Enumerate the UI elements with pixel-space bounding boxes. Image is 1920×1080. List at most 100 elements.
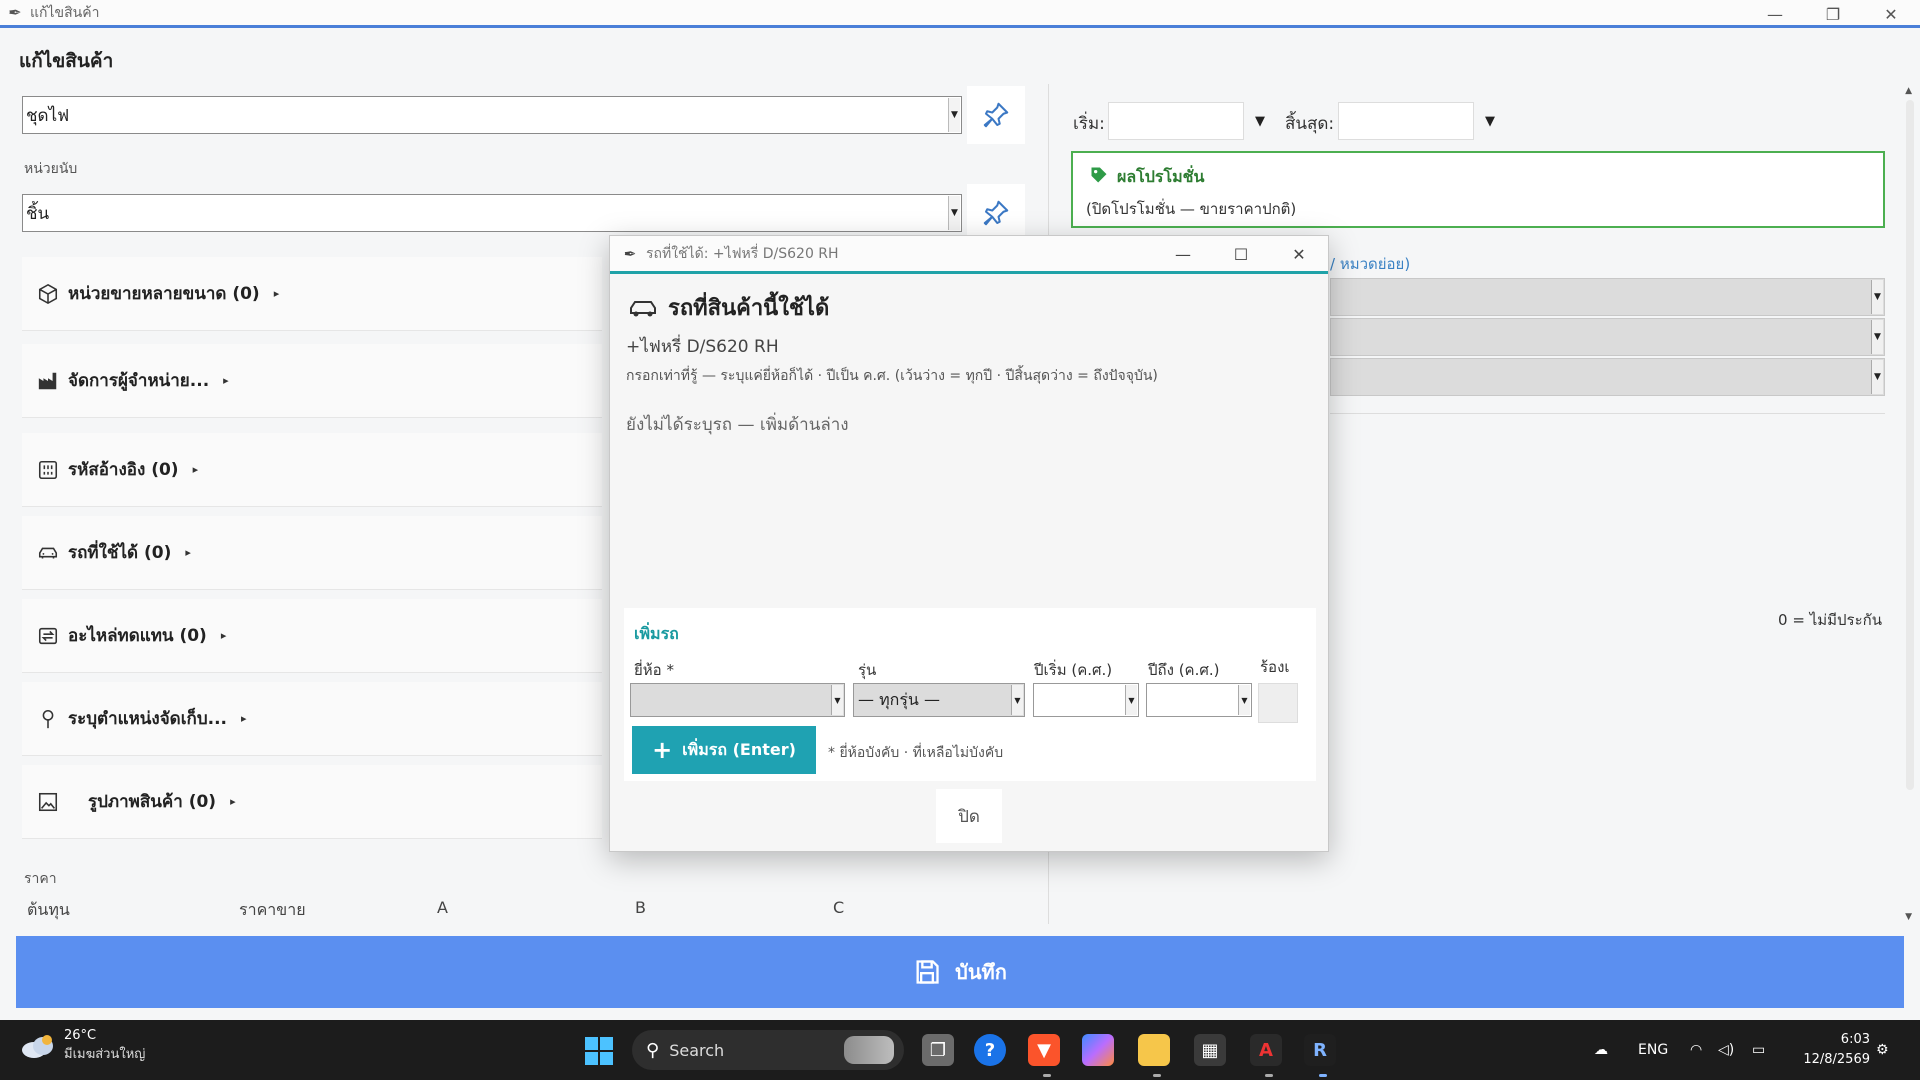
dialog-minimize-button[interactable]: — <box>1154 236 1212 272</box>
section-reference-codes[interactable]: รหัสอ้างอิง (0) ▸ <box>22 433 602 507</box>
year-start-select[interactable]: ▼ <box>1033 683 1139 717</box>
app-running-indicator <box>1153 1074 1161 1077</box>
window-title: แก้ไขสินค้า <box>30 4 100 21</box>
clock[interactable]: 6:03 12/8/2569 <box>1803 1030 1870 1070</box>
chevron-down-icon[interactable]: ▼ <box>1011 685 1023 715</box>
section-storage-location[interactable]: ระบุตำแหน่งจัดเก็บ... ▸ <box>22 682 602 756</box>
task-view-icon[interactable]: ❐ <box>922 1034 954 1066</box>
section-multi-unit[interactable]: หน่วยขายหลายขนาด (0) ▸ <box>22 257 602 331</box>
language-indicator[interactable]: ENG <box>1638 1020 1668 1080</box>
scrollbar[interactable] <box>1906 100 1914 790</box>
divider <box>1330 413 1885 414</box>
box-icon <box>34 283 62 305</box>
dialog-close-x-button[interactable]: ✕ <box>1270 236 1328 272</box>
windows-start-icon[interactable] <box>584 1036 614 1066</box>
caret-right-icon: ▸ <box>230 795 236 808</box>
dropdown-arrow-icon[interactable]: ▼ <box>1475 102 1505 140</box>
scroll-down-icon[interactable]: ▼ <box>1905 912 1912 922</box>
extra-field[interactable] <box>1258 683 1298 723</box>
section-label: อะไหล่ทดแทน (0) <box>68 626 207 646</box>
add-vehicle-label: เพิ่มรถ (Enter) <box>682 739 796 759</box>
minimize-button[interactable]: — <box>1746 0 1804 28</box>
copilot-icon[interactable] <box>1082 1034 1114 1066</box>
wifi-icon[interactable]: ◠ <box>1690 1020 1702 1080</box>
model-select[interactable]: — ทุกรุ่น — ▼ <box>853 683 1025 717</box>
subcategory-combo[interactable]: ▼ <box>1330 318 1885 356</box>
section-compatible-vehicles[interactable]: รถที่ใช้ได้ (0) ▸ <box>22 516 602 590</box>
caret-right-icon: ▸ <box>241 712 247 725</box>
dialog-product-name: +ไฟหรี่ D/S620 RH <box>626 337 779 357</box>
page-title: แก้ไขสินค้า <box>19 50 114 72</box>
product-name-combo[interactable]: ชุดไฟ ▼ <box>22 96 962 134</box>
weather-widget[interactable]: 26°C มีเมฆส่วนใหญ่ <box>20 1028 145 1064</box>
chevron-down-icon[interactable]: ▼ <box>1871 280 1883 314</box>
dropdown-arrow-icon[interactable]: ▼ <box>1245 102 1275 140</box>
pin-product-button[interactable] <box>967 86 1025 144</box>
chevron-down-icon[interactable]: ▼ <box>831 685 843 715</box>
dialog-close-button[interactable]: ปิด <box>936 789 1002 843</box>
app-r-icon[interactable]: R <box>1304 1034 1336 1066</box>
car-icon <box>630 300 656 316</box>
section-suppliers[interactable]: จัดการผู้จำหน่าย... ▸ <box>22 344 602 418</box>
add-vehicle-button[interactable]: + เพิ่มรถ (Enter) <box>632 726 816 774</box>
price-header-b: B <box>635 898 646 917</box>
brand-combo[interactable]: ▼ <box>1330 358 1885 396</box>
help-icon[interactable]: ? <box>974 1034 1006 1066</box>
plus-icon: + <box>652 736 673 764</box>
taskbar-search[interactable]: ⚲ Search <box>632 1030 904 1070</box>
app-running-indicator <box>1043 1074 1051 1077</box>
cloud-icon <box>22 1035 53 1058</box>
factory-icon <box>34 370 62 392</box>
unit-combo[interactable]: ชิ้น ▼ <box>22 194 962 232</box>
dialog-heading: รถที่สินค้านี้ใช้ได้ <box>628 290 829 325</box>
chevron-down-icon[interactable]: ▼ <box>948 196 960 230</box>
year-end-select[interactable]: ▼ <box>1146 683 1252 717</box>
category-combo[interactable]: ▼ <box>1330 278 1885 316</box>
chevron-down-icon[interactable]: ▼ <box>948 98 960 132</box>
section-label: จัดการผู้จำหน่าย... <box>68 371 210 391</box>
clock-date: 12/8/2569 <box>1803 1052 1870 1067</box>
section-product-images[interactable]: รูปภาพสินค้า (0) ▸ <box>22 765 602 839</box>
pin-icon <box>983 200 1009 226</box>
dialog-maximize-button[interactable]: ☐ <box>1212 236 1270 272</box>
onedrive-icon[interactable]: ☁ <box>1594 1020 1608 1080</box>
year-end-label: ปีถึง (ค.ศ.) <box>1148 661 1220 679</box>
feather-app-icon: ✒ <box>623 244 637 263</box>
chevron-down-icon[interactable]: ▼ <box>1871 360 1883 394</box>
subcategory-link[interactable]: / หมวดย่อย) <box>1330 252 1410 276</box>
model-value: — ทุกรุ่น — <box>858 689 940 709</box>
swap-icon <box>34 625 62 647</box>
section-label: ระบุตำแหน่งจัดเก็บ... <box>68 709 227 729</box>
close-window-button[interactable]: ✕ <box>1862 0 1920 28</box>
barcode-icon <box>34 459 62 481</box>
search-highlight-image <box>844 1036 894 1064</box>
file-explorer-icon[interactable] <box>1138 1034 1170 1066</box>
product-name-value: ชุดไฟ <box>26 105 70 126</box>
battery-icon[interactable]: ▭ <box>1752 1020 1765 1080</box>
brave-browser-icon[interactable]: ▼ <box>1028 1034 1060 1066</box>
save-button[interactable]: บันทึก <box>16 936 1904 1008</box>
chevron-down-icon[interactable]: ▼ <box>1238 685 1250 715</box>
microsoft-store-icon[interactable]: ▦ <box>1194 1034 1226 1066</box>
notification-icon[interactable]: ⚙ <box>1876 1020 1889 1080</box>
pin-unit-button[interactable] <box>967 184 1025 242</box>
section-substitute-parts[interactable]: อะไหล่ทดแทน (0) ▸ <box>22 599 602 673</box>
chevron-down-icon[interactable]: ▼ <box>1871 320 1883 354</box>
dialog-titlebar: ✒ รถที่ใช้ได้: +ไฟหรี่ D/S620 RH — ☐ ✕ <box>610 236 1328 274</box>
location-pin-icon <box>34 708 62 730</box>
floppy-disk-icon <box>916 960 939 984</box>
warranty-note: 0 = ไม่มีประกัน <box>1778 611 1882 629</box>
save-label: บันทึก <box>955 960 1007 984</box>
scroll-up-icon[interactable]: ▲ <box>1905 86 1912 96</box>
promo-start-date[interactable] <box>1108 102 1244 140</box>
promo-end-date[interactable] <box>1338 102 1474 140</box>
pin-icon <box>983 102 1009 128</box>
brand-select[interactable]: ▼ <box>630 683 845 717</box>
year-start-label: ปีเริ่ม (ค.ศ.) <box>1034 661 1113 679</box>
search-label: Search <box>669 1040 725 1060</box>
chevron-down-icon[interactable]: ▼ <box>1125 685 1137 715</box>
adobe-app-icon[interactable]: A <box>1250 1034 1282 1066</box>
add-vehicle-panel: เพิ่มรถ ยี่ห้อ * ▼ รุ่น — ทุกรุ่น — ▼ ปี… <box>624 608 1316 781</box>
volume-icon[interactable]: ◁) <box>1718 1020 1734 1080</box>
restore-button[interactable]: ❐ <box>1804 0 1862 28</box>
